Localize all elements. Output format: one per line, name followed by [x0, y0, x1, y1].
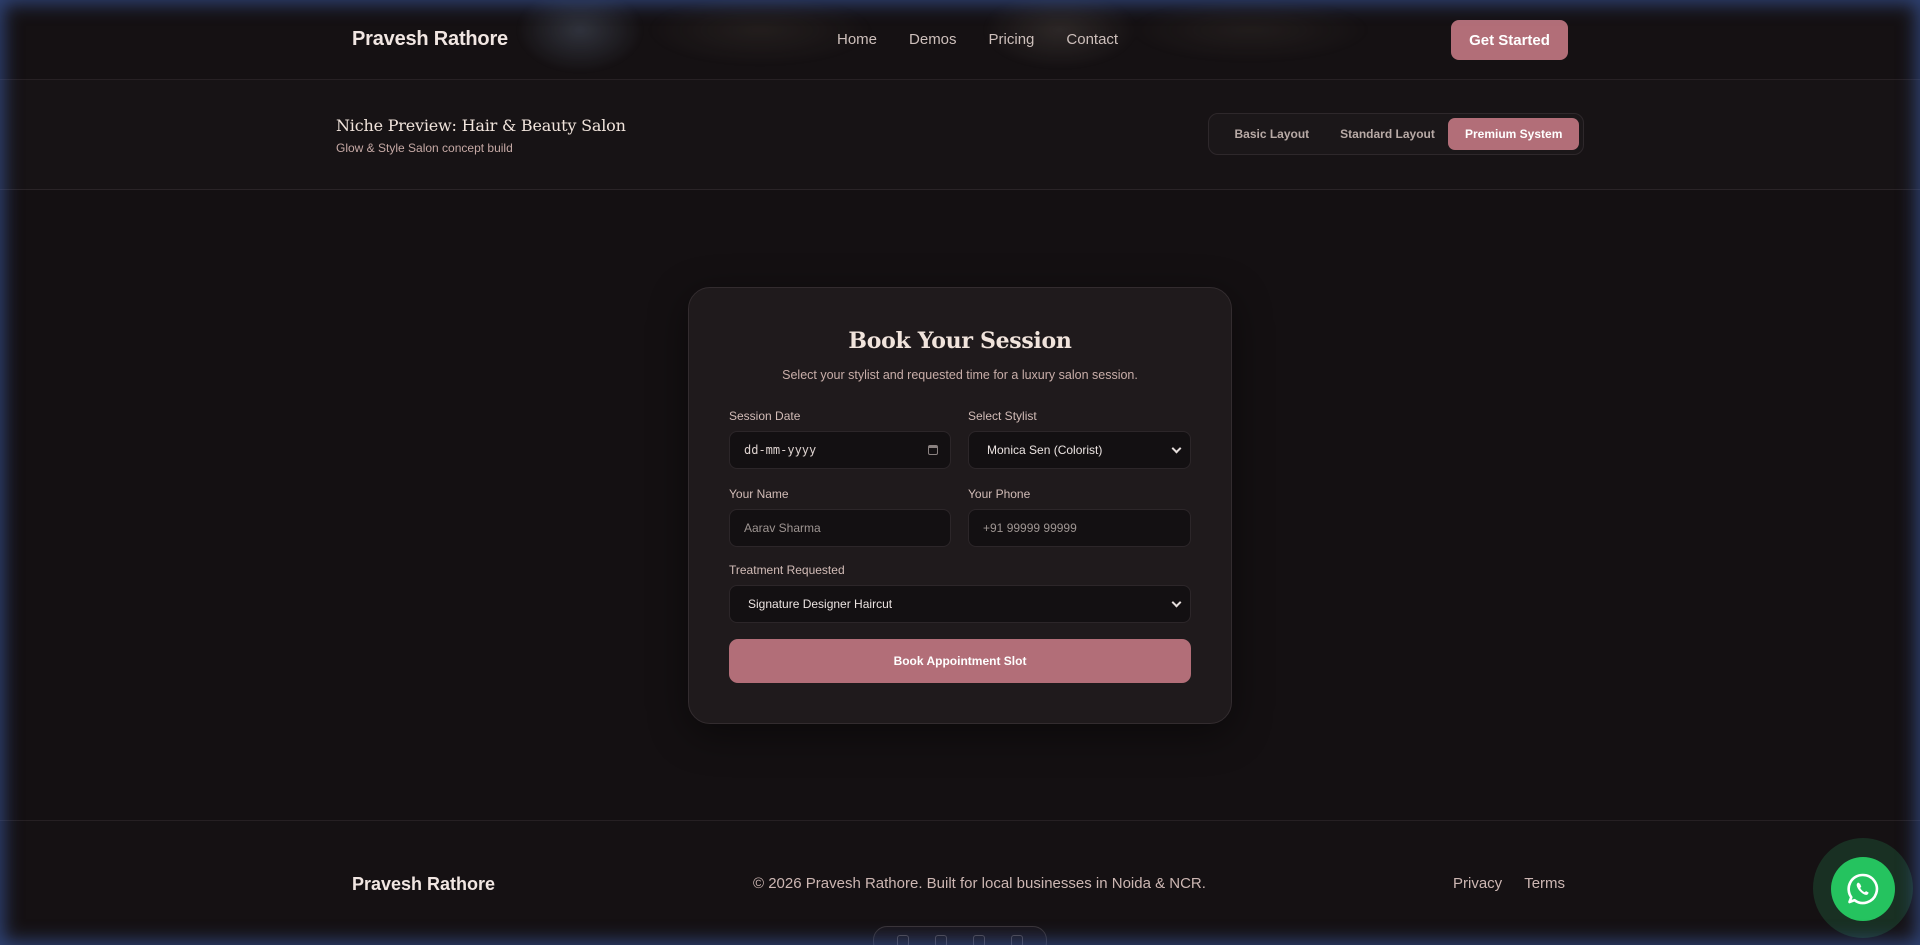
toolbar-icon[interactable] — [973, 935, 985, 945]
basic-layout-button[interactable]: Basic Layout — [1215, 118, 1329, 150]
copyright-text: © 2026 Pravesh Rathore. Built for local … — [753, 875, 1206, 892]
calendar-icon[interactable] — [928, 445, 938, 455]
privacy-link[interactable]: Privacy — [1453, 875, 1502, 892]
chevron-down-icon — [1171, 443, 1182, 453]
name-placeholder: Aarav Sharma — [744, 521, 821, 535]
booking-title: Book Your Session — [848, 328, 1072, 354]
nav-home[interactable]: Home — [837, 31, 877, 48]
stylist-select-value: Monica Sen (Colorist) — [987, 443, 1103, 457]
nav-demos[interactable]: Demos — [909, 31, 957, 48]
nav-contact[interactable]: Contact — [1066, 31, 1118, 48]
your-name-label: Your Name — [729, 487, 789, 501]
booking-subtitle: Select your stylist and requested time f… — [782, 368, 1138, 382]
whatsapp-button[interactable] — [1831, 857, 1895, 921]
stylist-select[interactable]: Monica Sen (Colorist) — [968, 431, 1191, 469]
whatsapp-icon — [1847, 873, 1879, 905]
toolbar-icon[interactable] — [1011, 935, 1023, 945]
name-input[interactable]: Aarav Sharma — [729, 509, 951, 547]
standard-layout-button[interactable]: Standard Layout — [1329, 118, 1447, 150]
terms-link[interactable]: Terms — [1524, 875, 1565, 892]
session-date-label: Session Date — [729, 409, 801, 423]
session-date-input[interactable]: dd-mm-yyyy — [729, 431, 951, 469]
toolbar-icon[interactable] — [897, 935, 909, 945]
treatment-label: Treatment Requested — [729, 563, 845, 577]
footer-brand[interactable]: Pravesh Rathore — [352, 874, 495, 895]
treatment-select[interactable]: Signature Designer Haircut — [729, 585, 1191, 623]
niche-preview-bar: Niche Preview: Hair & Beauty Salon Glow … — [0, 80, 1920, 190]
premium-system-button[interactable]: Premium System — [1448, 118, 1579, 150]
treatment-select-value: Signature Designer Haircut — [748, 597, 893, 611]
niche-preview-subtitle: Glow & Style Salon concept build — [336, 141, 513, 155]
get-started-button[interactable]: Get Started — [1451, 20, 1568, 60]
layout-switcher: Basic Layout Standard Layout Premium Sys… — [1208, 113, 1584, 155]
chevron-down-icon — [1171, 597, 1182, 607]
footer-links: Privacy Terms — [1453, 875, 1565, 892]
site-header: Pravesh Rathore Home Demos Pricing Conta… — [0, 0, 1920, 80]
nav-pricing[interactable]: Pricing — [989, 31, 1035, 48]
phone-input[interactable]: +91 99999 99999 — [968, 509, 1191, 547]
book-appointment-button[interactable]: Book Appointment Slot — [729, 639, 1191, 683]
session-date-placeholder: dd-mm-yyyy — [744, 443, 817, 457]
your-phone-label: Your Phone — [968, 487, 1031, 501]
bottom-toolbar — [873, 926, 1047, 945]
select-stylist-label: Select Stylist — [968, 409, 1037, 423]
brand-logo[interactable]: Pravesh Rathore — [352, 28, 508, 51]
toolbar-icon[interactable] — [935, 935, 947, 945]
booking-card: Book Your Session Select your stylist an… — [688, 287, 1232, 724]
niche-preview-title: Niche Preview: Hair & Beauty Salon — [336, 116, 626, 135]
main-nav: Home Demos Pricing Contact — [837, 31, 1118, 48]
phone-placeholder: +91 99999 99999 — [983, 521, 1077, 535]
